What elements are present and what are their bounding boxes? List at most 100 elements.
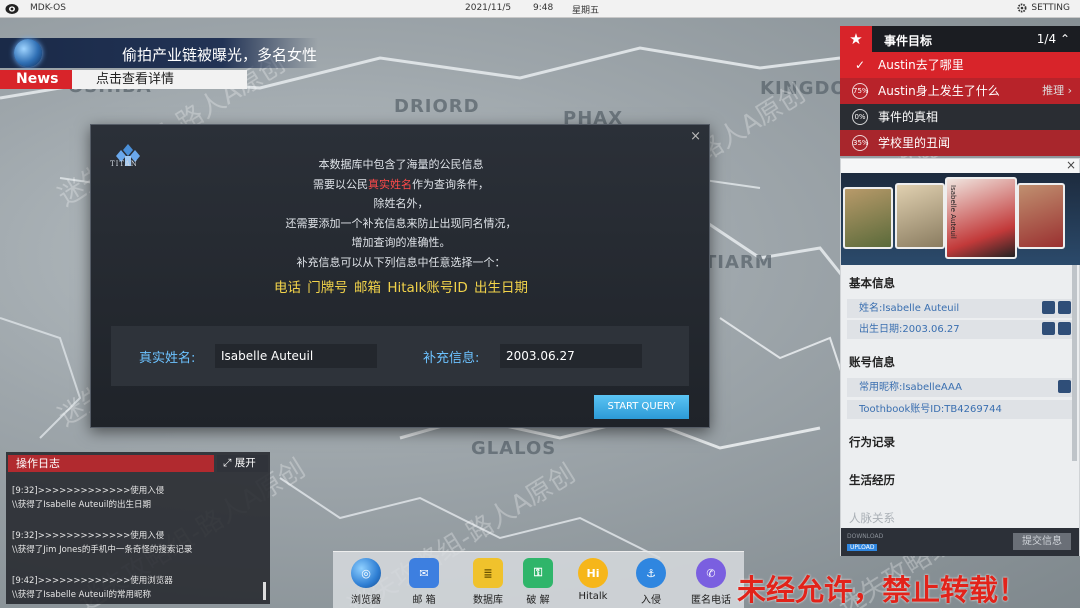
goal-text: 学校里的丑闻 [878,136,951,150]
dock-label: 匿名电话 [691,595,731,606]
featured-person-photo[interactable]: Isabelle Auteuil [945,177,1017,259]
document-icon[interactable] [1058,301,1071,314]
dock-database[interactable]: ≣ 数据库 [463,558,513,606]
info-text: 姓名:Isabelle Auteuil [859,303,960,314]
profile-topbar: × [841,158,1079,173]
supplement-label: 补充信息: [423,351,480,366]
gear-icon [1017,3,1027,13]
news-detail-link[interactable]: 点击查看详情 [72,70,247,89]
titan-logo-icon [116,144,140,166]
system-weekday: 星期五 [572,6,600,16]
goals-count: 1/4 ⌃ [1037,32,1070,46]
district-label: GLALOS [471,438,557,459]
profile-close-button[interactable]: × [1066,158,1076,172]
dock-crack[interactable]: ⚿ 破 解 [513,558,563,606]
start-query-button[interactable]: START QUERY [594,395,689,419]
supplement-input[interactable]: 2003.06.27 [500,344,642,368]
log-time: [9:32]>>>>>>>>>>>>>使用入侵 [12,486,165,496]
profile-photos: Isabelle Auteuil [841,173,1080,265]
goal-item[interactable]: 35% 学校里的丑闻 [840,130,1080,156]
expand-label: 展开 [234,457,256,469]
database-query-dialog: × TITAN 本数据库中包含了海量的公民信息 需要以公民真实姓名作为查询条件，… [90,124,710,428]
dock-label: 邮 箱 [412,595,436,606]
account-info-title: 账号信息 [849,355,895,369]
row-actions [1042,301,1071,314]
goal-text: 事件的真相 [878,110,939,124]
real-name-input[interactable]: Isabelle Auteuil [215,344,377,368]
behavior-title[interactable]: 行为记录 [849,434,895,450]
news-label: News [0,70,72,89]
log-entry: [9:32]>>>>>>>>>>>>>使用入侵 \\获得了Jim Jones的手… [12,529,260,557]
goal-text: Austin去了哪里 [878,58,964,72]
log-list: [9:32]>>>>>>>>>>>>>使用入侵 \\获得了Isabelle Au… [12,484,260,608]
log-scrollbar[interactable] [263,582,266,600]
desc-highlight: 真实姓名 [368,177,412,191]
log-entry: [9:42]>>>>>>>>>>>>>使用浏览器 \\获得了Isabelle A… [12,574,260,602]
app-dock: ◎ 浏览器 ✉ 邮 箱 ≣ 数据库 ⚿ 破 解 Hi Hitalk ⚓ 入侵 ✆… [333,551,744,608]
phone-icon: ✆ [696,558,726,588]
log-time: [9:32]>>>>>>>>>>>>>使用入侵 [12,531,165,541]
person-photo[interactable] [843,187,893,249]
person-photo[interactable] [895,183,945,249]
life-title[interactable]: 生活经历 [849,472,895,488]
goal-reason-label: 推理 [1042,84,1065,97]
shield-icon[interactable] [1042,301,1055,314]
system-time: 9:48 [533,3,554,13]
upload-label: UPLOAD [847,544,878,551]
log-text: \\获得了Isabelle Auteuil的出生日期 [12,500,152,510]
check-icon: ✓ [854,58,866,72]
expand-icon: ⤢ [223,457,235,469]
desc-line: 增加查询的准确性。 [351,236,451,249]
query-form: 真实姓名: Isabelle Auteuil 补充信息: 2003.06.27 [111,326,689,386]
info-row: 姓名:Isabelle Auteuil [847,299,1073,318]
goal-item[interactable]: 75% Austin身上发生了什么 推理 › [840,78,1080,104]
os-logo-icon[interactable] [5,2,19,16]
dialog-close-button[interactable]: × [690,129,701,144]
news-headline[interactable]: 偷拍产业链被曝光，多名女性 [122,44,317,65]
goal-item[interactable]: ✓ Austin去了哪里 [840,52,1080,78]
log-time: [9:42]>>>>>>>>>>>>>使用浏览器 [12,576,173,586]
event-goals-panel: ★ 事件目标 1/4 ⌃ ✓ Austin去了哪里 75% Austin身上发生… [840,26,1080,156]
featured-person-name: Isabelle Auteuil [949,185,957,239]
dock-anon-phone[interactable]: ✆ 匿名电话 [686,558,736,606]
shield-icon[interactable] [1042,322,1055,335]
hitalk-icon: Hi [578,558,608,588]
desc-line: 还需要添加一个补充信息来防止出现同名情况， [285,216,517,230]
chevron-right-icon: › [1067,84,1072,97]
document-icon[interactable] [1058,322,1071,335]
dock-label: 浏览器 [351,595,381,606]
dock-hitalk[interactable]: Hi Hitalk [568,558,618,602]
person-photo[interactable] [1017,183,1065,249]
log-text: \\获得了Isabelle Auteuil的常用昵称 [12,590,152,600]
profile-panel: × Isabelle Auteuil 基本信息 姓名:Isabelle Aute… [840,158,1080,556]
district-label: TIARM [704,252,774,273]
info-row: Toothbook账号ID:TB4269744 [847,400,1073,419]
system-topbar: MDK-OS 2021/11/5 9:48 星期五 SETTING [0,0,1080,18]
goal-reason-link[interactable]: 推理 › [1042,78,1072,104]
os-name: MDK-OS [30,3,66,13]
dock-label: 入侵 [641,595,661,606]
supplement-options: 电话 门牌号 邮箱 Hitalk账号ID 出生日期 [273,280,529,296]
expand-button[interactable]: ⤢ 展开 [217,455,268,472]
desc-text: 作为查询条件， [412,177,489,191]
dock-label: 数据库 [473,595,503,606]
setting-label: SETTING [1031,3,1070,13]
profile-scrollbar[interactable] [1072,265,1077,461]
dock-mail[interactable]: ✉ 邮 箱 [399,558,449,606]
shield-icon[interactable] [1058,380,1071,393]
browser-icon: ◎ [351,558,381,588]
dock-intrude[interactable]: ⚓ 入侵 [626,558,676,606]
setting-button[interactable]: SETTING [1017,3,1070,13]
star-icon: ★ [840,26,872,52]
goal-text: Austin身上发生了什么 [878,84,1000,98]
info-text: 常用昵称:IsabelleAAA [859,382,962,393]
goal-item[interactable]: 0% 事件的真相 [840,104,1080,130]
chevron-up-icon[interactable]: ⌃ [1060,32,1070,46]
submit-info-button[interactable]: 提交信息 [1013,533,1071,550]
goals-header[interactable]: ★ 事件目标 1/4 ⌃ [840,26,1080,52]
dock-browser[interactable]: ◎ 浏览器 [341,558,391,606]
relations-title[interactable]: 人脉关系 [849,510,895,526]
titan-logo-text: TITAN [110,160,138,168]
real-name-label: 真实姓名: [139,351,196,366]
repost-warning: 未经允许，禁止转载！ [737,573,1028,607]
